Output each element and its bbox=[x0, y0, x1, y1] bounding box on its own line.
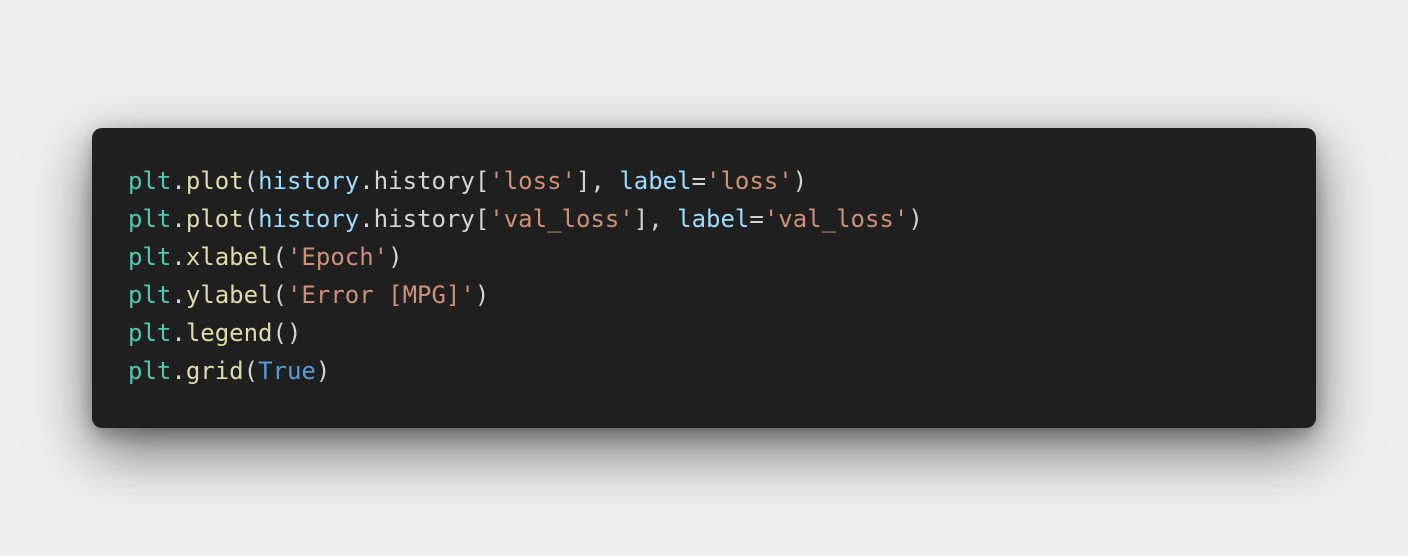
code-line-1: plt.plot(history.history['loss'], label=… bbox=[128, 162, 1316, 200]
code-token-punctuation: ) bbox=[908, 205, 923, 233]
code-token-string: 'Epoch' bbox=[286, 243, 389, 271]
code-token-string: 'Error [MPG]' bbox=[286, 281, 475, 309]
code-token-function: ylabel bbox=[185, 281, 273, 309]
code-token-string: 'val_loss' bbox=[489, 205, 634, 233]
code-token-keyword-constant: True bbox=[258, 357, 316, 385]
code-token-punctuation: ], bbox=[575, 167, 620, 195]
code-token-punctuation: ( bbox=[243, 167, 259, 195]
code-token-punctuation: ( bbox=[243, 205, 259, 233]
code-token-function: grid bbox=[185, 357, 244, 385]
code-token-punctuation: ], bbox=[633, 205, 678, 233]
code-token-punctuation: .history[ bbox=[359, 205, 490, 233]
code-token-function: xlabel bbox=[185, 243, 273, 271]
code-token-punctuation: ) bbox=[474, 281, 490, 309]
code-token-punctuation: = bbox=[691, 167, 707, 195]
code-token-punctuation: . bbox=[171, 319, 186, 347]
code-token-string: 'val_loss' bbox=[763, 205, 909, 233]
code-block[interactable]: plt.plot(history.history['loss'], label=… bbox=[128, 162, 1316, 390]
code-token-module: plt bbox=[128, 281, 172, 309]
code-token-string: 'loss' bbox=[706, 167, 793, 195]
code-token-punctuation: ( bbox=[243, 357, 259, 385]
code-token-module: plt bbox=[128, 357, 172, 385]
code-line-2: plt.plot(history.history['val_loss'], la… bbox=[128, 200, 1316, 238]
code-line-4: plt.ylabel('Error [MPG]') bbox=[128, 276, 1316, 314]
code-token-module: plt bbox=[128, 319, 172, 347]
code-token-punctuation: ) bbox=[792, 167, 808, 195]
code-token-variable: history bbox=[258, 167, 360, 195]
code-line-5: plt.legend() bbox=[128, 314, 1316, 352]
code-line-6: plt.grid(True) bbox=[128, 352, 1316, 390]
code-token-module: plt bbox=[128, 167, 172, 195]
code-token-function: legend bbox=[185, 319, 273, 347]
code-token-string: 'loss' bbox=[489, 167, 576, 195]
code-token-punctuation: ) bbox=[388, 243, 403, 271]
code-token-punctuation: = bbox=[749, 205, 764, 233]
code-token-punctuation: . bbox=[171, 357, 186, 385]
code-token-punctuation: . bbox=[171, 167, 186, 195]
code-snippet-card: plt.plot(history.history['loss'], label=… bbox=[92, 128, 1316, 428]
code-token-punctuation: .history[ bbox=[359, 167, 490, 195]
code-token-variable: label bbox=[619, 167, 692, 195]
code-line-3: plt.xlabel('Epoch') bbox=[128, 238, 1316, 276]
code-token-punctuation: () bbox=[272, 319, 302, 347]
code-token-punctuation: ( bbox=[272, 243, 287, 271]
code-token-punctuation: ( bbox=[272, 281, 287, 309]
code-token-module: plt bbox=[128, 205, 172, 233]
code-token-punctuation: ) bbox=[315, 357, 331, 385]
code-token-variable: label bbox=[677, 205, 750, 233]
code-token-punctuation: . bbox=[171, 281, 186, 309]
code-token-variable: history bbox=[258, 205, 360, 233]
code-token-punctuation: . bbox=[171, 243, 186, 271]
code-token-module: plt bbox=[128, 243, 172, 271]
code-token-punctuation: . bbox=[171, 205, 186, 233]
code-token-function: plot bbox=[185, 167, 244, 195]
code-token-function: plot bbox=[185, 205, 244, 233]
